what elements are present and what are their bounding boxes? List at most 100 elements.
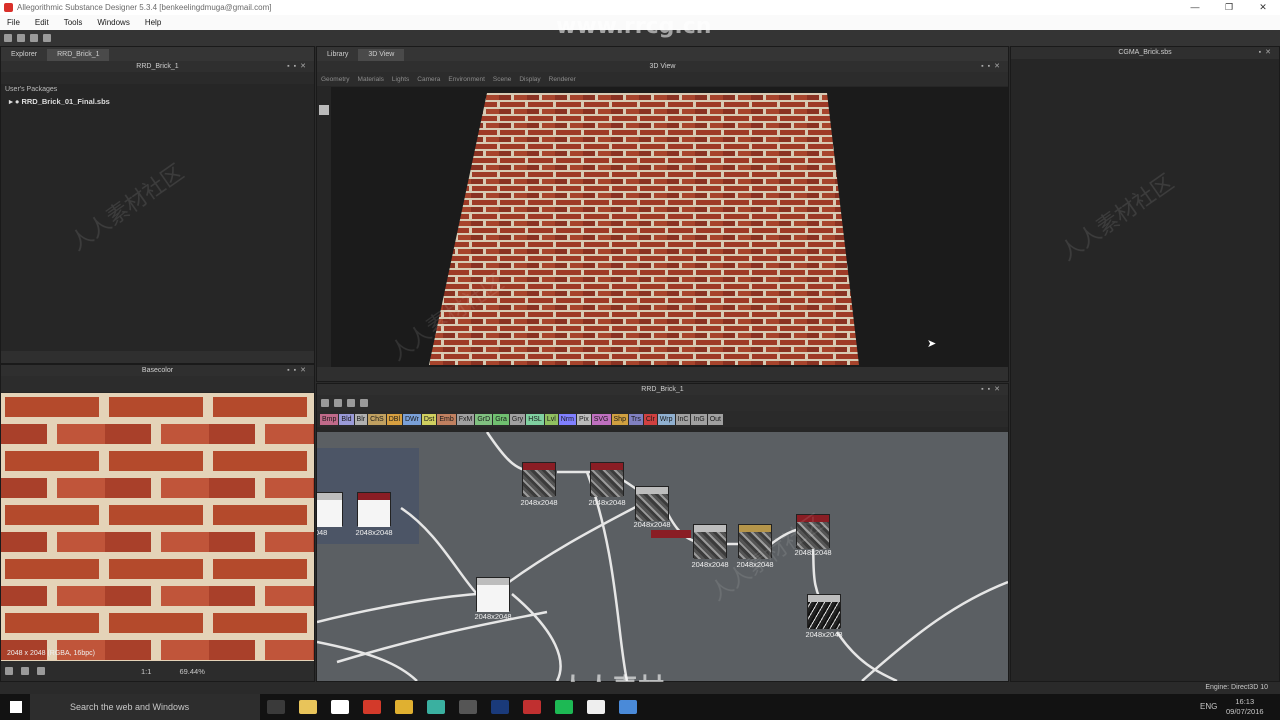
library-button-pix[interactable]: Pix — [576, 414, 591, 425]
graph-node-collapsed[interactable] — [651, 530, 691, 538]
tab-rrd-brick[interactable]: RRD_Brick_1 — [47, 49, 110, 61]
channel-rgb-icon[interactable] — [5, 667, 13, 675]
view2d-controls-icon[interactable]: ▪▪✕ — [287, 365, 310, 376]
maximize-button[interactable]: ❐ — [1212, 0, 1246, 15]
graph-header-title: RRD_Brick_1 — [641, 386, 684, 393]
app2-icon[interactable] — [459, 700, 477, 714]
menu-windows[interactable]: Windows — [97, 18, 129, 27]
app-logo-icon — [4, 3, 13, 12]
graph-connections — [317, 432, 1008, 681]
windows-start-icon[interactable] — [10, 701, 22, 713]
view3d-menu-scene[interactable]: Scene — [493, 76, 511, 83]
undo-icon[interactable] — [43, 34, 51, 42]
view3d-menu-renderer[interactable]: Renderer — [549, 76, 576, 83]
view3d-menu-display[interactable]: Display — [519, 76, 540, 83]
library-button-out[interactable]: Out — [707, 414, 724, 425]
save-icon[interactable] — [30, 34, 38, 42]
histogram-icon[interactable] — [37, 667, 45, 675]
spotify-icon[interactable] — [555, 700, 573, 714]
view3d-menu-environment[interactable]: Environment — [448, 76, 485, 83]
zoom-level[interactable]: 69.44% — [179, 667, 204, 676]
new-file-icon[interactable] — [4, 34, 12, 42]
channel-alpha-icon[interactable] — [21, 667, 29, 675]
view2d-image[interactable]: 2048 x 2048 (RGBA, 16bpc) — [1, 393, 314, 661]
library-button-fxm[interactable]: FxM — [456, 414, 475, 425]
panel-controls-icon[interactable]: ▪▪✕ — [287, 61, 310, 72]
view3d-menu-geometry[interactable]: Geometry — [321, 76, 350, 83]
close-button[interactable]: ✕ — [1246, 0, 1280, 15]
graph-search-icon[interactable] — [334, 399, 342, 407]
menu-tools[interactable]: Tools — [64, 18, 83, 27]
store-icon[interactable] — [331, 700, 349, 714]
graph-controls-icon[interactable]: ▪▪✕ — [981, 384, 1004, 395]
package-item[interactable]: ▸ ● RRD_Brick_01_Final.sbs — [1, 95, 314, 108]
library-button-clr[interactable]: Clr — [643, 414, 657, 425]
library-button-blr[interactable]: Blr — [354, 414, 368, 425]
library-button-nrm[interactable]: Nrm — [558, 414, 576, 425]
graph-node-blend-1[interactable] — [522, 462, 556, 497]
library-button-dbl[interactable]: DBl — [386, 414, 402, 425]
graph-settings-icon[interactable] — [360, 399, 368, 407]
tab-3d-view[interactable]: 3D View — [358, 49, 405, 61]
library-button-dst[interactable]: Dst — [421, 414, 437, 425]
app-icon[interactable] — [427, 700, 445, 714]
photoshop-icon[interactable] — [491, 700, 509, 714]
library-button-inc[interactable]: InC — [675, 414, 691, 425]
graph-node-noise[interactable] — [693, 524, 727, 559]
explorer-toolbar — [1, 72, 314, 84]
view3d-controls-icon[interactable]: ▪▪✕ — [981, 61, 1004, 72]
library-button-ing[interactable]: InG — [691, 414, 707, 425]
app4-icon[interactable] — [619, 700, 637, 714]
library-button-bmp[interactable]: Bmp — [320, 414, 339, 425]
library-button-gra[interactable]: Gra — [493, 414, 509, 425]
taskbar-search[interactable]: Search the web and Windows — [30, 694, 260, 720]
library-button-grd[interactable]: GrD — [475, 414, 493, 425]
app3-icon[interactable] — [587, 700, 605, 714]
task-view-icon[interactable] — [267, 700, 285, 714]
library-button-trs[interactable]: Trs — [628, 414, 643, 425]
node-size-label-8: 2048x2048 — [474, 612, 512, 621]
select-tool-icon[interactable] — [319, 105, 329, 115]
tab-library[interactable]: Library — [317, 49, 358, 61]
menu-edit[interactable]: Edit — [35, 18, 49, 27]
tab-explorer[interactable]: Explorer — [1, 49, 47, 61]
view3d-menu-materials[interactable]: Materials — [358, 76, 384, 83]
library-button-emb[interactable]: Emb — [437, 414, 456, 425]
graph-node-uniform[interactable] — [476, 577, 510, 612]
substance-icon[interactable] — [363, 700, 381, 714]
graph-node-white[interactable] — [357, 492, 391, 527]
file-explorer-icon[interactable] — [299, 700, 317, 714]
library-button-lvl[interactable]: Lvl — [544, 414, 558, 425]
zoom-ratio[interactable]: 1:1 — [141, 667, 151, 676]
library-button-bld[interactable]: Bld — [339, 414, 354, 425]
graph-node-speckle[interactable] — [807, 594, 841, 629]
graph-node-blend-2[interactable] — [590, 462, 624, 497]
graph-node-grunge[interactable] — [635, 486, 669, 521]
substance-painter-icon[interactable] — [523, 700, 541, 714]
minimize-button[interactable]: — — [1178, 0, 1212, 15]
library-button-chs[interactable]: ChS — [368, 414, 386, 425]
language-indicator[interactable]: ENG — [1200, 702, 1217, 711]
graph-fit-icon[interactable] — [321, 399, 329, 407]
right-panel-controls-icon[interactable]: ▪✕ — [1259, 47, 1275, 58]
graph-node-partial[interactable] — [317, 492, 343, 527]
engine-label: Engine: Direct3D 10 — [1205, 684, 1268, 691]
menu-file[interactable]: File — [7, 18, 20, 27]
library-button-dwr[interactable]: DWr — [403, 414, 421, 425]
library-button-wrp[interactable]: Wrp — [657, 414, 675, 425]
chrome-icon[interactable] — [395, 700, 413, 714]
library-button-hsl[interactable]: HSL — [526, 414, 544, 425]
view3d-menu-camera[interactable]: Camera — [417, 76, 440, 83]
graph-layout-icon[interactable] — [347, 399, 355, 407]
library-button-svg[interactable]: SVG — [591, 414, 611, 425]
clock[interactable]: 16:13 09/07/2016 — [1226, 697, 1264, 717]
expand-arrow-icon[interactable]: ▸ ● — [9, 97, 21, 106]
view3d-menu-lights[interactable]: Lights — [392, 76, 409, 83]
menu-help[interactable]: Help — [145, 18, 161, 27]
right-panel: CGMA_Brick.sbs ▪✕ — [1010, 46, 1280, 682]
library-button-gry[interactable]: Gry — [509, 414, 526, 425]
library-button-shp[interactable]: Shp — [611, 414, 628, 425]
open-file-icon[interactable] — [17, 34, 25, 42]
graph-canvas[interactable]: 2048 2048x2048 2048x2048 2048x2048 2048x… — [317, 432, 1008, 681]
view2d-header: Basecolor ▪▪✕ — [1, 365, 314, 376]
